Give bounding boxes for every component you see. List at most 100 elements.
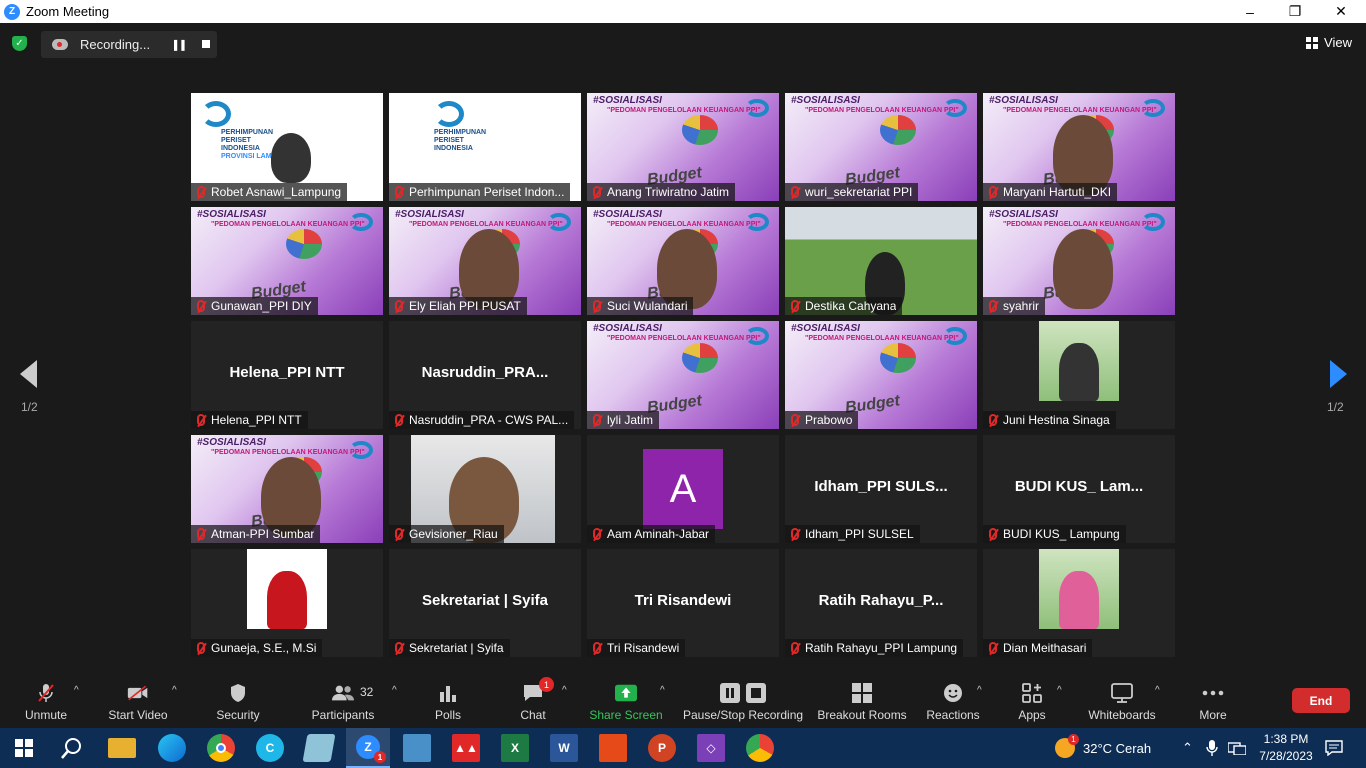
participant-tile[interactable]: PERHIMPUNAN PERISET INDONESIA Perhimpunan P… xyxy=(389,93,581,201)
word-icon[interactable]: W xyxy=(550,734,578,762)
next-page-arrow-icon[interactable] xyxy=(1330,360,1347,388)
participant-tile[interactable]: Nasruddin_PRA... Nasruddin_PRA - CWS PAL.… xyxy=(389,321,581,429)
participant-tile[interactable]: #SOSIALISASI "PEDOMAN PENGELOLAAN KEUANGA… xyxy=(785,321,977,429)
participant-name-label: Helena_PPI NTT xyxy=(191,411,308,429)
share-options-chevron-icon[interactable]: ^ xyxy=(660,685,665,696)
reactions-button[interactable]: Reactions xyxy=(926,673,980,728)
muted-mic-icon xyxy=(791,300,799,312)
end-meeting-button[interactable]: End xyxy=(1292,688,1350,713)
chat-button[interactable]: 1 Chat xyxy=(512,673,554,728)
participant-tile[interactable]: Gevisioner_Riau xyxy=(389,435,581,543)
polls-button[interactable]: Polls xyxy=(425,673,471,728)
weather-widget[interactable]: 1 32°C Cerah xyxy=(1055,728,1151,768)
tray-chevron-icon[interactable]: ⌃ xyxy=(1182,728,1193,768)
close-button[interactable]: ✕ xyxy=(1318,0,1364,23)
chat-options-chevron-icon[interactable]: ^ xyxy=(562,685,567,696)
participant-tile[interactable]: BUDI KUS_ Lam... BUDI KUS_ Lampung xyxy=(983,435,1175,543)
participant-tile[interactable]: #SOSIALISASI "PEDOMAN PENGELOLAAN KEUANGA… xyxy=(785,93,977,201)
visual-studio-icon[interactable]: ◇ xyxy=(697,734,725,762)
participant-tile[interactable]: Gunaeja, S.E., M.Si xyxy=(191,549,383,657)
participant-tile[interactable]: PERHIMPUNAN PERISET INDONESIA PROVINSI LAMP… xyxy=(191,93,383,201)
window-titlebar: Z Zoom Meeting – ❐ ✕ xyxy=(0,0,1366,23)
next-page-indicator: 1/2 xyxy=(1327,400,1344,414)
encryption-shield-icon[interactable]: ✓ xyxy=(12,36,27,51)
participant-name-label: Aam Aminah-Jabar xyxy=(587,525,716,543)
participant-display-name: Tri Risandewi xyxy=(634,592,732,609)
participant-tile[interactable]: Juni Hestina Sinaga xyxy=(983,321,1175,429)
participant-display-name: Nasruddin_PRA... xyxy=(421,364,549,381)
start-video-button[interactable]: Start Video xyxy=(104,673,172,728)
participant-tile[interactable]: Tri Risandewi Tri Risandewi xyxy=(587,549,779,657)
muted-mic-icon xyxy=(593,186,601,198)
screen-app-icon[interactable] xyxy=(403,734,431,762)
excel-icon[interactable]: X xyxy=(501,734,529,762)
participants-icon: 32 xyxy=(332,683,373,703)
video-options-chevron-icon[interactable]: ^ xyxy=(172,685,177,696)
audio-options-chevron-icon[interactable]: ^ xyxy=(74,685,79,696)
whiteboards-options-chevron-icon[interactable]: ^ xyxy=(1155,685,1160,696)
breakout-rooms-button[interactable]: Breakout Rooms xyxy=(817,673,907,728)
participant-tile[interactable]: #SOSIALISASI "PEDOMAN PENGELOLAAN KEUANGA… xyxy=(983,207,1175,315)
participant-tile[interactable]: #SOSIALISASI "PEDOMAN PENGELOLAAN KEUANGA… xyxy=(191,435,383,543)
polls-bar-chart-icon xyxy=(437,683,459,703)
participant-tile[interactable]: #SOSIALISASI "PEDOMAN PENGELOLAAN KEUANGA… xyxy=(983,93,1175,201)
participants-button[interactable]: 32 Participants xyxy=(306,673,380,728)
stop-recording-icon[interactable] xyxy=(202,40,210,48)
restore-button[interactable]: ❐ xyxy=(1272,0,1318,23)
participant-name-label: Destika Cahyana xyxy=(785,297,903,315)
pause-stop-recording-button[interactable]: Pause/Stop Recording xyxy=(683,673,803,728)
view-button[interactable]: View xyxy=(1306,35,1352,50)
participant-tile[interactable]: Dian Meithasari xyxy=(983,549,1175,657)
chrome-browser-icon[interactable] xyxy=(207,734,235,762)
c-app-icon[interactable]: C xyxy=(256,734,284,762)
file-explorer-icon[interactable] xyxy=(108,738,136,758)
participant-tile[interactable]: Ratih Rahayu_P... Ratih Rahayu_PPI Lampun… xyxy=(785,549,977,657)
participant-tile[interactable]: #SOSIALISASI "PEDOMAN PENGELOLAAN KEUANGA… xyxy=(587,207,779,315)
participant-tile[interactable]: Sekretariat | Syifa Sekretariat | Syifa xyxy=(389,549,581,657)
tray-network-icon[interactable] xyxy=(1228,728,1246,768)
powerpoint-icon[interactable]: P xyxy=(648,734,676,762)
apps-button[interactable]: Apps xyxy=(1014,673,1050,728)
tray-microphone-icon[interactable] xyxy=(1206,728,1218,768)
zoom-logo-icon: Z xyxy=(4,3,20,20)
taskbar-clock[interactable]: 1:38 PM 7/28/2023 xyxy=(1256,731,1316,765)
security-button[interactable]: Security xyxy=(210,673,266,728)
unmute-button[interactable]: Unmute xyxy=(18,673,74,728)
participant-video-person xyxy=(271,133,311,183)
apps-options-chevron-icon[interactable]: ^ xyxy=(1057,685,1062,696)
pause-recording-icon[interactable]: ▌▌ xyxy=(174,40,189,50)
prev-page-arrow-icon[interactable] xyxy=(20,360,37,388)
ppi-logo-icon xyxy=(943,99,967,117)
video-gallery: PERHIMPUNAN PERISET INDONESIA PROVINSI LAMP… xyxy=(191,93,1176,657)
participant-tile[interactable]: #SOSIALISASI "PEDOMAN PENGELOLAAN KEUANGA… xyxy=(587,93,779,201)
red-app-icon[interactable]: ▲▲ xyxy=(452,734,480,762)
participant-tile[interactable]: #SOSIALISASI "PEDOMAN PENGELOLAAN KEUANGA… xyxy=(191,207,383,315)
zoom-taskbar-icon[interactable]: Z1 xyxy=(346,728,390,768)
security-shield-icon xyxy=(227,683,249,703)
share-screen-button[interactable]: Share Screen xyxy=(589,673,663,728)
view-label: View xyxy=(1324,35,1352,50)
notifications-icon[interactable] xyxy=(1325,728,1343,768)
muted-mic-icon xyxy=(197,414,205,426)
participant-tile[interactable]: #SOSIALISASI "PEDOMAN PENGELOLAAN KEUANGA… xyxy=(587,321,779,429)
participant-tile[interactable]: Idham_PPI SULS... Idham_PPI SULSEL xyxy=(785,435,977,543)
edge-browser-icon[interactable] xyxy=(158,734,186,762)
search-icon[interactable] xyxy=(58,734,86,762)
participant-tile[interactable]: #SOSIALISASI "PEDOMAN PENGELOLAAN KEUANGA… xyxy=(389,207,581,315)
participant-tile[interactable]: A Aam Aminah-Jabar xyxy=(587,435,779,543)
reactions-options-chevron-icon[interactable]: ^ xyxy=(977,685,982,696)
acrobat-icon[interactable] xyxy=(599,734,627,762)
more-button[interactable]: More xyxy=(1196,673,1230,728)
ppi-logo-icon xyxy=(745,99,769,117)
chrome-profile-icon[interactable] xyxy=(746,734,774,762)
muted-mic-icon xyxy=(791,642,799,654)
minimize-button[interactable]: – xyxy=(1227,0,1273,23)
ppi-logo-icon xyxy=(349,213,373,231)
participant-tile[interactable]: Destika Cahyana xyxy=(785,207,977,315)
muted-microphone-icon xyxy=(35,683,57,703)
whiteboards-button[interactable]: Whiteboards xyxy=(1086,673,1158,728)
notes-app-icon[interactable] xyxy=(302,734,336,762)
participants-options-chevron-icon[interactable]: ^ xyxy=(392,685,397,696)
participant-tile[interactable]: Helena_PPI NTT Helena_PPI NTT xyxy=(191,321,383,429)
windows-start-icon[interactable] xyxy=(10,734,38,762)
